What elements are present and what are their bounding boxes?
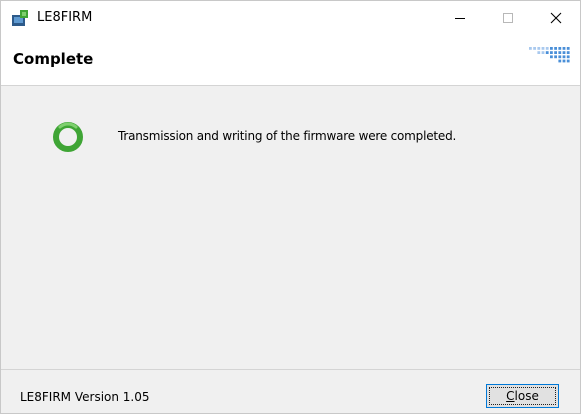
version-label: LE8FIRM Version 1.05 — [20, 390, 150, 404]
success-ring-icon — [53, 122, 83, 152]
window-title: LE8FIRM — [37, 10, 93, 25]
maximize-icon — [503, 13, 513, 23]
installer-window: LE8FIRM Complete Transmission and writin… — [0, 0, 581, 414]
dot-grid-logo — [529, 47, 570, 63]
minimize-button[interactable] — [437, 1, 483, 35]
footer-divider — [1, 369, 580, 370]
close-icon — [550, 12, 562, 24]
title-bar[interactable]: LE8FIRM — [1, 1, 580, 35]
app-icon — [12, 10, 28, 26]
minimize-icon — [455, 18, 465, 19]
page-title: Complete — [13, 50, 94, 68]
close-button[interactable]: Close — [486, 384, 559, 408]
close-window-button[interactable] — [533, 1, 579, 35]
close-button-label: Close — [506, 389, 539, 403]
page-header: Complete — [1, 35, 580, 86]
completion-message: Transmission and writing of the firmware… — [118, 129, 457, 143]
maximize-button[interactable] — [485, 1, 531, 35]
